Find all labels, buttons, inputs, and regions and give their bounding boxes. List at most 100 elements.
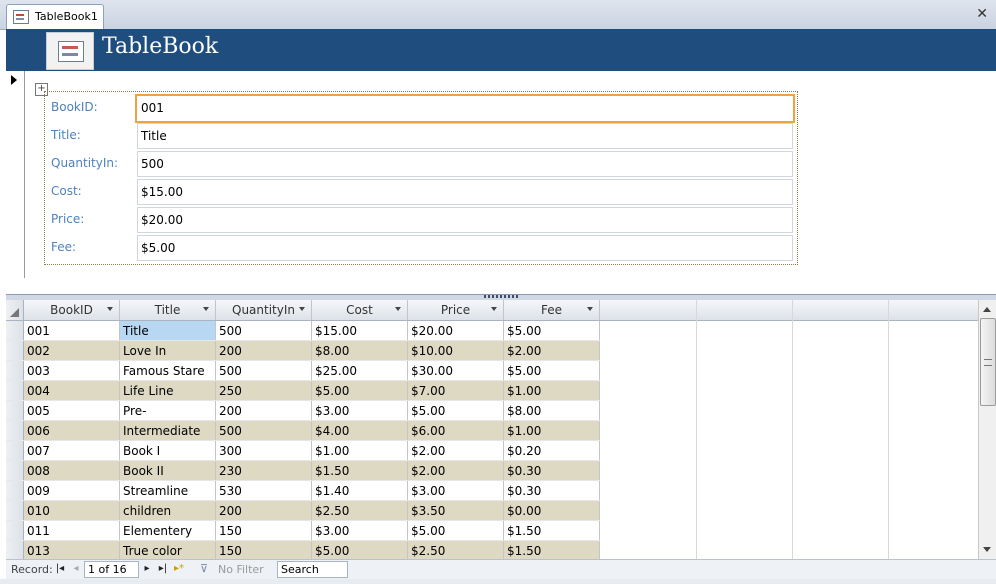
cell-fee[interactable]: $2.00	[503, 340, 600, 361]
quantityin-field[interactable]: 500	[137, 151, 793, 177]
table-row[interactable]: 007 Book I 300 $1.00 $2.00 $0.20	[6, 440, 600, 461]
document-tab-tablebook1[interactable]: TableBook1	[6, 4, 104, 30]
cell-bookid[interactable]: 002	[23, 340, 120, 361]
cell-title[interactable]: Love In	[119, 340, 216, 361]
column-header-title[interactable]: Title	[119, 300, 216, 321]
sort-dropdown-icon[interactable]	[107, 307, 113, 311]
row-selector[interactable]	[6, 480, 24, 501]
cell-price[interactable]: $5.00	[407, 520, 504, 541]
cell-bookid[interactable]: 010	[23, 500, 120, 521]
first-record-icon[interactable]: |◂	[54, 563, 66, 575]
row-selector[interactable]	[6, 520, 24, 541]
sort-dropdown-icon[interactable]	[203, 307, 209, 311]
column-header-price[interactable]: Price	[407, 300, 504, 321]
cell-price[interactable]: $30.00	[407, 360, 504, 381]
cell-fee[interactable]: $1.50	[503, 540, 600, 559]
select-all-corner[interactable]	[6, 300, 24, 321]
cell-cost[interactable]: $8.00	[311, 340, 408, 361]
search-input[interactable]: Search	[277, 561, 348, 578]
cell-quantityin[interactable]: 250	[215, 380, 312, 401]
cell-title[interactable]: Book I	[119, 440, 216, 461]
scroll-up-icon[interactable]	[979, 304, 996, 316]
cell-quantityin[interactable]: 200	[215, 400, 312, 421]
record-position-input[interactable]: 1 of 16	[84, 561, 139, 578]
close-icon[interactable]: ✕	[976, 6, 988, 22]
cell-bookid[interactable]: 001	[23, 320, 120, 341]
sort-dropdown-icon[interactable]	[395, 307, 401, 311]
row-selector[interactable]	[6, 460, 24, 481]
title-field[interactable]: Title	[137, 123, 793, 149]
cell-price[interactable]: $7.00	[407, 380, 504, 401]
cell-quantityin[interactable]: 230	[215, 460, 312, 481]
cell-quantityin[interactable]: 500	[215, 320, 312, 341]
cell-price[interactable]: $20.00	[407, 320, 504, 341]
cell-bookid[interactable]: 004	[23, 380, 120, 401]
cell-fee[interactable]: $1.00	[503, 420, 600, 441]
sort-dropdown-icon[interactable]	[491, 307, 497, 311]
cell-title[interactable]: Elementery	[119, 520, 216, 541]
cell-title[interactable]: True color	[119, 540, 216, 559]
table-row[interactable]: 010 children 200 $2.50 $3.50 $0.00	[6, 500, 600, 521]
cell-bookid[interactable]: 008	[23, 460, 120, 481]
cell-cost[interactable]: $5.00	[311, 540, 408, 559]
last-record-icon[interactable]: ▸|	[157, 563, 169, 575]
cell-title[interactable]: Title	[119, 320, 216, 341]
cell-cost[interactable]: $3.00	[311, 520, 408, 541]
cell-fee[interactable]: $8.00	[503, 400, 600, 421]
cell-title[interactable]: Pre-	[119, 400, 216, 421]
cell-quantityin[interactable]: 530	[215, 480, 312, 501]
row-selector[interactable]	[6, 320, 24, 341]
table-row[interactable]: 001 Title 500 $15.00 $20.00 $5.00	[6, 320, 600, 341]
table-row[interactable]: 003 Famous Stare 500 $25.00 $30.00 $5.00	[6, 360, 600, 381]
cell-title[interactable]: Life Line	[119, 380, 216, 401]
table-row[interactable]: 005 Pre- 200 $3.00 $5.00 $8.00	[6, 400, 600, 421]
cell-price[interactable]: $10.00	[407, 340, 504, 361]
row-selector[interactable]	[6, 540, 24, 559]
cell-fee[interactable]: $0.00	[503, 500, 600, 521]
cell-bookid[interactable]: 006	[23, 420, 120, 441]
cell-bookid[interactable]: 011	[23, 520, 120, 541]
fee-field[interactable]: $5.00	[137, 235, 793, 261]
cell-title[interactable]: Intermediate	[119, 420, 216, 441]
cell-cost[interactable]: $25.00	[311, 360, 408, 381]
table-row[interactable]: 011 Elementery 150 $3.00 $5.00 $1.50	[6, 520, 600, 541]
cell-bookid[interactable]: 007	[23, 440, 120, 461]
cell-quantityin[interactable]: 300	[215, 440, 312, 461]
row-selector[interactable]	[6, 380, 24, 401]
cell-price[interactable]: $6.00	[407, 420, 504, 441]
cell-title[interactable]: Streamline	[119, 480, 216, 501]
cell-title[interactable]: Book II	[119, 460, 216, 481]
no-filter-button[interactable]: No Filter	[218, 563, 264, 576]
cell-price[interactable]: $2.50	[407, 540, 504, 559]
cell-bookid[interactable]: 013	[23, 540, 120, 559]
row-selector[interactable]	[6, 400, 24, 421]
cell-quantityin[interactable]: 150	[215, 540, 312, 559]
column-header-quantityin[interactable]: QuantityIn	[215, 300, 312, 321]
cell-fee[interactable]: $5.00	[503, 360, 600, 381]
sort-dropdown-icon[interactable]	[299, 307, 305, 311]
next-record-icon[interactable]: ▸	[141, 563, 153, 575]
vertical-scrollbar[interactable]	[978, 300, 996, 559]
sort-dropdown-icon[interactable]	[587, 307, 593, 311]
price-field[interactable]: $20.00	[137, 207, 793, 233]
cell-price[interactable]: $2.00	[407, 460, 504, 481]
row-selector[interactable]	[6, 360, 24, 381]
table-row[interactable]: 002 Love In 200 $8.00 $10.00 $2.00	[6, 340, 600, 361]
table-row[interactable]: 006 Intermediate 500 $4.00 $6.00 $1.00	[6, 420, 600, 441]
cell-bookid[interactable]: 005	[23, 400, 120, 421]
cell-cost[interactable]: $15.00	[311, 320, 408, 341]
cell-quantityin[interactable]: 200	[215, 500, 312, 521]
cell-bookid[interactable]: 003	[23, 360, 120, 381]
cell-cost[interactable]: $3.00	[311, 400, 408, 421]
cell-cost[interactable]: $1.00	[311, 440, 408, 461]
cell-cost[interactable]: $4.00	[311, 420, 408, 441]
record-selector[interactable]	[6, 71, 25, 278]
scroll-thumb[interactable]	[980, 318, 996, 406]
scroll-down-icon[interactable]	[979, 543, 996, 555]
cell-title[interactable]: Famous Stare	[119, 360, 216, 381]
cell-price[interactable]: $5.00	[407, 400, 504, 421]
cell-fee[interactable]: $0.20	[503, 440, 600, 461]
cell-fee[interactable]: $5.00	[503, 320, 600, 341]
cell-fee[interactable]: $1.00	[503, 380, 600, 401]
cell-price[interactable]: $2.00	[407, 440, 504, 461]
